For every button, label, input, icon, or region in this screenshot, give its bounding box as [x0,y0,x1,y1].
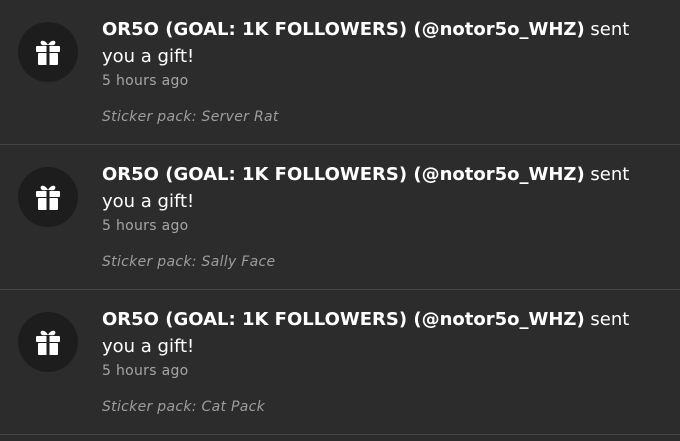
gift-avatar [18,312,78,372]
gift-avatar [18,167,78,227]
timestamp: 5 hours ago [102,73,189,89]
gift-avatar [18,22,78,82]
gift-detail: Sticker pack: Cat Pack [102,399,266,415]
notification-headline: OR5O (GOAL: 1K FOLLOWERS) (@notor5o_WHZ)… [102,306,652,360]
gift-detail: Sticker pack: Server Rat [102,109,279,125]
sender-name[interactable]: OR5O (GOAL: 1K FOLLOWERS) (@notor5o_WHZ) [102,19,585,40]
timestamp: 5 hours ago [102,363,189,379]
sender-name[interactable]: OR5O (GOAL: 1K FOLLOWERS) (@notor5o_WHZ) [102,164,585,185]
gift-detail: Sticker pack: Sally Face [102,254,276,270]
notification-item[interactable]: OR5O (GOAL: 1K FOLLOWERS) (@notor5o_WHZ)… [0,290,680,435]
notification-item[interactable]: OR5O (GOAL: 1K FOLLOWERS) (@notor5o_WHZ)… [0,0,680,145]
timestamp: 5 hours ago [102,218,189,234]
gift-icon [36,40,60,65]
notification-headline: OR5O (GOAL: 1K FOLLOWERS) (@notor5o_WHZ)… [102,161,652,215]
gift-icon [36,185,60,210]
notification-headline: OR5O (GOAL: 1K FOLLOWERS) (@notor5o_WHZ)… [102,16,652,70]
sender-name[interactable]: OR5O (GOAL: 1K FOLLOWERS) (@notor5o_WHZ) [102,309,585,330]
gift-icon [36,330,60,355]
notification-list: OR5O (GOAL: 1K FOLLOWERS) (@notor5o_WHZ)… [0,0,680,441]
notification-item[interactable]: OR5O (GOAL: 1K FOLLOWERS) (@notor5o_WHZ)… [0,145,680,290]
